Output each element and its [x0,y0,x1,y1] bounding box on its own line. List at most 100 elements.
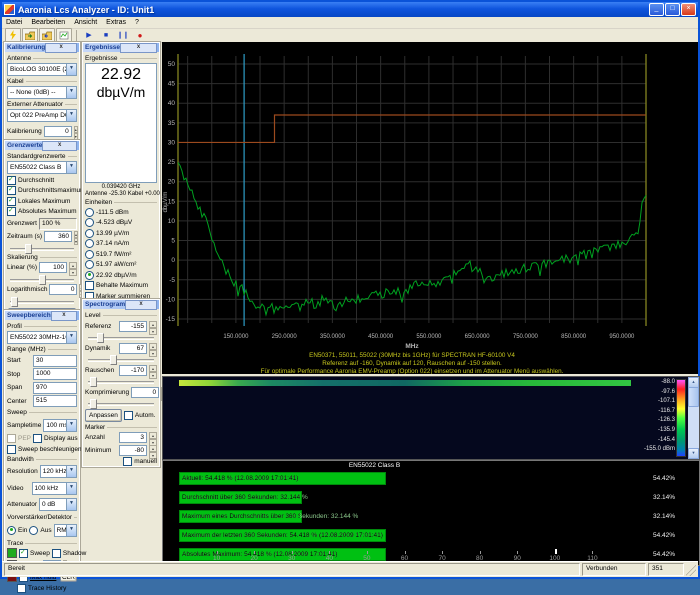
autom-checkbox[interactable] [124,411,133,420]
dynamik-stepper[interactable]: ▴▾ [149,343,157,354]
absolutes-maximum-checkbox[interactable] [7,207,16,216]
unit-option-row[interactable]: -4.523 dBµV [85,218,157,227]
center-input[interactable]: 515 [33,395,77,407]
close-icon[interactable]: x [51,311,77,321]
komprimierung-value[interactable]: 0 [131,387,159,398]
unit-radio[interactable] [85,229,94,238]
menu-item-datei[interactable]: Datei [6,19,22,26]
load-calibration-icon[interactable] [22,28,38,42]
attenuator-select[interactable]: 0 dB▼ [39,498,77,511]
zeitraum-slider[interactable] [9,244,75,252]
behalte-maximum-checkbox[interactable] [85,281,94,290]
load-limits-icon[interactable] [39,28,55,42]
results-panel-header[interactable]: Ergebnissex [83,43,159,52]
video-select[interactable]: 100 kHz▼ [32,482,77,495]
menu-item-help[interactable]: ? [135,19,139,26]
stop-icon[interactable]: ■ [98,28,114,42]
record-icon[interactable]: ● [132,28,148,42]
pep-checkbox[interactable] [7,434,16,443]
unit-option-row[interactable]: 51.97 aW/cm² [85,260,157,269]
resolution-select[interactable]: 120 kHz EMI▼ [40,465,77,478]
close-icon[interactable]: x [125,300,157,310]
limits-panel-header[interactable]: Grenzwertex [5,141,79,150]
play-icon[interactable]: ▶ [81,28,97,42]
unit-radio[interactable] [85,271,94,280]
logarithmisch-slider[interactable] [9,297,75,305]
unit-radio[interactable] [85,218,94,227]
unit-option-row[interactable]: 519.7 fW/m² [85,250,157,259]
resize-grip[interactable] [686,563,696,576]
logarithmisch-value[interactable]: 0 [49,284,77,295]
calibration-panel-header[interactable]: Kalibrierungx [5,43,79,52]
rauschen-value[interactable]: -170 [119,365,147,376]
ext-attenuator-select[interactable]: Opt 022 PreAmp DC-10▼ [7,109,77,122]
unit-radio[interactable] [85,260,94,269]
lokales-maximum-checkbox[interactable] [7,197,16,206]
connect-icon[interactable] [5,28,21,42]
sweep-panel-header[interactable]: Sweepbereichx [5,311,79,320]
zeitraum-value[interactable]: 360 [44,231,72,242]
unit-option-row[interactable]: 22.92 dbµV/m [85,271,157,280]
anzahl-value[interactable]: 3 [119,432,147,443]
pause-icon[interactable]: ❙❙ [115,28,131,42]
shadow-checkbox[interactable] [52,549,61,558]
close-icon[interactable]: x [120,43,157,53]
unit-radio[interactable] [85,208,94,217]
unit-radio[interactable] [85,239,94,248]
stop-input[interactable]: 1000 [33,368,77,380]
linear-slider[interactable] [9,275,75,283]
spectrogram-scrollbar[interactable]: ▲ ▼ [688,377,699,459]
referenz-stepper[interactable]: ▴▾ [149,321,157,332]
unit-radio[interactable] [85,250,94,259]
calibration-value[interactable]: 0 [44,126,72,137]
cable-select[interactable]: -- None (0dB) --▼ [7,86,77,99]
close-icon[interactable]: x [42,141,77,151]
start-input[interactable]: 30 [33,355,77,367]
sampletime-select[interactable]: 100 ms▼ [43,419,77,432]
profil-select[interactable]: EN55022 30MHz-1GH▼ [7,331,77,344]
close-button[interactable]: × [681,3,696,16]
komprimierung-slider[interactable] [87,399,155,407]
aus-radio[interactable] [29,526,38,535]
anpassen-button[interactable]: Anpassen [85,409,122,422]
trace-history-checkbox[interactable] [17,584,26,593]
trace-sweep-checkbox[interactable] [19,549,28,558]
std-limits-select[interactable]: EN55022 Class B▼ [7,161,77,174]
minimum-value[interactable]: -80 [119,445,147,456]
menu-item-ansicht[interactable]: Ansicht [74,19,97,26]
scroll-down-icon[interactable]: ▼ [688,448,699,459]
durchschnitt-checkbox[interactable] [7,176,16,185]
antenna-select[interactable]: BicoLOG 30100E (20M▼ [7,63,77,76]
limit-checkbox-row[interactable]: Lokales Maximum [7,197,77,206]
manuell-checkbox[interactable] [123,457,132,466]
spectrum-chart[interactable]: 50454035302520151050-5-10-15150.0000250.… [162,42,698,374]
rauschen-slider[interactable] [87,377,155,385]
limit-checkbox-row[interactable]: Durchschnitt [7,176,77,185]
linear-stepper[interactable]: ▴▾ [69,262,77,273]
spectrogram-view[interactable]: -88.0-97.6-107.1-116.7-126.3-135.9-145.4… [162,376,700,460]
sweep-beschleunigen-checkbox[interactable] [7,445,16,454]
scrollbar-thumb[interactable] [688,387,699,407]
linear-value[interactable]: 100 [39,262,67,273]
unit-option-row[interactable]: 13.99 µV/m [85,229,157,238]
referenz-slider[interactable] [87,333,155,341]
menu-item-extras[interactable]: Extras [106,19,126,26]
referenz-value[interactable]: -155 [119,321,147,332]
limit-checkbox-row[interactable]: Absolutes Maximum [7,207,77,216]
anzahl-stepper[interactable]: ▴▾ [149,432,157,443]
load-sweep-icon[interactable] [56,28,72,42]
spectrogram-panel-header[interactable]: Spectrogramx [83,300,159,309]
dynamik-value[interactable]: 67 [119,343,147,354]
unit-option-row[interactable]: 37.14 nA/m [85,239,157,248]
limit-checkbox-row[interactable]: Durchschnittsmaximum [7,186,77,195]
calibration-stepper[interactable]: ▴▾ [74,126,78,137]
close-icon[interactable]: x [45,43,77,53]
zeitraum-stepper[interactable]: ▴▾ [74,231,78,242]
span-input[interactable]: 970 [33,382,77,394]
durchschnittsmaximum-checkbox[interactable] [7,186,16,195]
detector-select[interactable]: RMS▼ [54,524,77,537]
unit-option-row[interactable]: -111.5 dBm [85,208,157,217]
minimum-stepper[interactable]: ▴▾ [149,445,157,456]
menu-item-bearbeiten[interactable]: Bearbeiten [31,19,65,26]
display-aus-checkbox[interactable] [33,434,42,443]
